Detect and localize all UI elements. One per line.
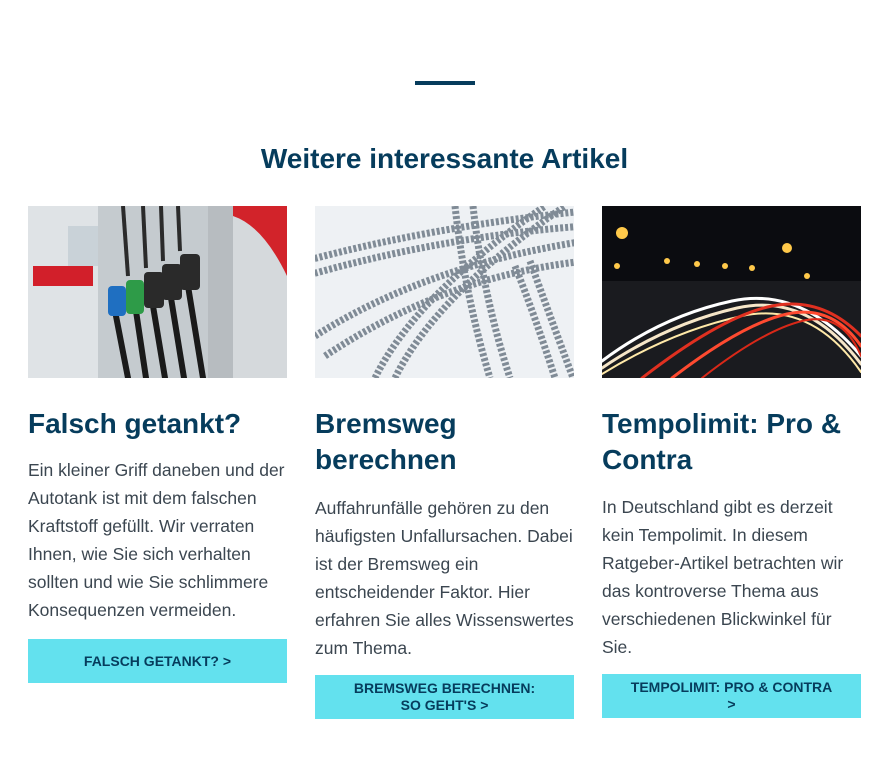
article-card-tempolimit: Tempolimit: Pro & Contra In Deutschland … [602, 206, 861, 718]
section-divider [415, 81, 475, 85]
article-card-falsch-getankt: Falsch getankt? Ein kleiner Griff danebe… [28, 206, 287, 683]
article-card-bremsweg: Bremsweg berechnen Auffahrunfälle gehöre… [315, 206, 574, 719]
fuel-pump-image[interactable] [28, 206, 287, 378]
article-title[interactable]: Tempolimit: Pro & Contra [602, 406, 861, 478]
section-title: Weitere interessante Artikel [260, 143, 629, 174]
article-teaser: In Deutschland gibt es derzeit kein Temp… [602, 497, 844, 657]
highway-night-image[interactable] [602, 206, 861, 378]
bremsweg-berechnen-button[interactable]: BREMSWEG BERECHNEN: SO GEHT'S > [315, 675, 574, 719]
falsch-getankt-button[interactable]: FALSCH GETANKT? > [28, 639, 287, 683]
article-teaser: Ein kleiner Griff daneben und der Autota… [28, 460, 285, 620]
article-title[interactable]: Falsch getankt? [28, 406, 287, 442]
article-teaser: Auffahrunfälle gehören zu den häufigsten… [315, 498, 574, 658]
tire-tracks-image[interactable] [315, 206, 574, 378]
tempolimit-button[interactable]: TEMPOLIMIT: PRO & CONTRA > [602, 674, 861, 718]
article-title[interactable]: Bremsweg berechnen [315, 406, 574, 478]
